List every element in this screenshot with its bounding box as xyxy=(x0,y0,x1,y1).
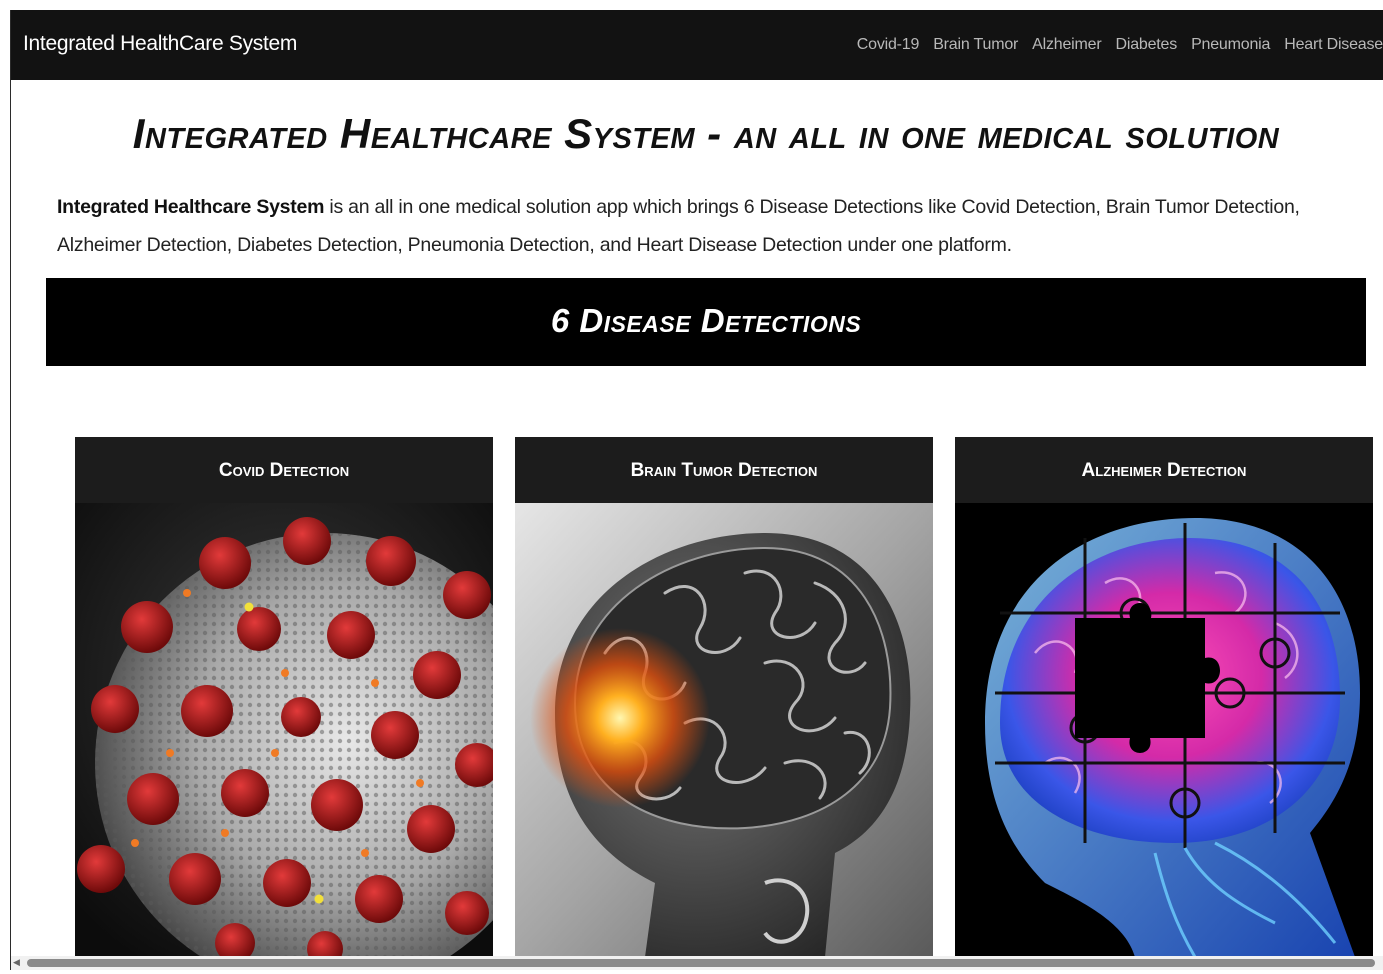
navbar: Integrated HealthCare System Covid-19 Br… xyxy=(11,10,1383,80)
card-brain-tumor-detection[interactable]: Brain Tumor Detection xyxy=(515,437,933,957)
nav-link-heart-disease[interactable]: Heart Disease xyxy=(1284,36,1383,54)
horizontal-scrollbar[interactable]: ◀ xyxy=(11,956,1383,970)
navbar-brand[interactable]: Integrated HealthCare System xyxy=(23,32,297,56)
brain-tumor-image xyxy=(515,503,933,957)
card-alzheimer-detection[interactable]: Alzheimer Detection xyxy=(955,437,1373,957)
card-title: Brain Tumor Detection xyxy=(515,437,933,503)
nav-links: Covid-19 Brain Tumor Alzheimer Diabetes … xyxy=(857,36,1383,54)
browser-viewport: Integrated HealthCare System Covid-19 Br… xyxy=(10,10,1383,970)
card-title: Covid Detection xyxy=(75,437,493,503)
page-title: Integrated Healthcare System - an all in… xyxy=(132,110,1280,157)
scroll-left-arrow-icon[interactable]: ◀ xyxy=(13,957,20,968)
card-covid-detection[interactable]: Covid Detection xyxy=(75,437,493,957)
nav-link-pneumonia[interactable]: Pneumonia xyxy=(1191,36,1270,54)
nav-link-covid-19[interactable]: Covid-19 xyxy=(857,36,920,54)
intro-bold-text: Integrated Healthcare System xyxy=(57,196,325,218)
nav-link-brain-tumor[interactable]: Brain Tumor xyxy=(933,36,1018,54)
covid-virus-image xyxy=(75,503,493,957)
section-title: 6 Disease Detections xyxy=(550,302,862,339)
nav-link-alzheimer[interactable]: Alzheimer xyxy=(1032,36,1102,54)
alzheimer-brain-puzzle-image xyxy=(955,503,1373,957)
card-title: Alzheimer Detection xyxy=(955,437,1373,503)
nav-link-diabetes[interactable]: Diabetes xyxy=(1116,36,1178,54)
intro-paragraph: Integrated Healthcare System is an all i… xyxy=(57,188,1347,264)
scrollbar-thumb[interactable] xyxy=(27,959,1375,967)
section-banner: 6 Disease Detections xyxy=(46,278,1366,366)
